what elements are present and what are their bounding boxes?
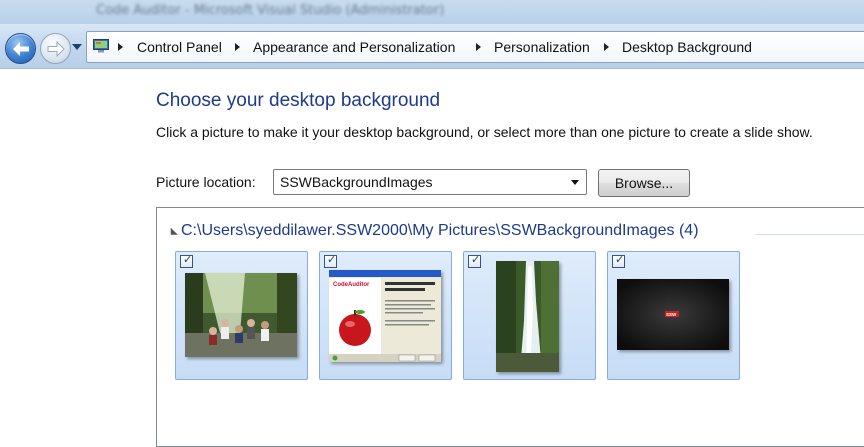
picture-location-label: Picture location: [156,174,256,190]
collapse-group-icon[interactable] [167,227,178,239]
breadcrumb-personalization[interactable]: Personalization [494,32,590,62]
forest-group-thumbnail [185,273,297,357]
chevron-down-icon [571,180,579,185]
breadcrumb-control-panel[interactable]: Control Panel [137,32,222,62]
breadcrumb-separator-icon[interactable] [118,43,123,51]
browse-button[interactable]: Browse... [598,169,690,197]
picture-checkbox[interactable]: ✓ [612,253,625,268]
picture-list[interactable]: C:\Users\syeddilawer.SSW2000\My Pictures… [156,207,864,447]
breadcrumb-separator-icon[interactable] [604,43,609,51]
picture-location-select[interactable]: SSWBackgroundImages [273,169,587,195]
group-divider [755,234,864,235]
back-arrow-icon [12,41,29,56]
checkmark-icon: ✓ [471,253,481,266]
navigation-bar: Control Panel Appearance and Personaliza… [0,24,864,69]
breadcrumb-desktop-background[interactable]: Desktop Background [622,32,752,62]
back-button[interactable] [5,33,36,64]
control-panel-icon [93,39,109,53]
ssw-logo: SSW [666,312,677,317]
picture-tile-code-auditor[interactable]: ✓ CodeAuditor [319,251,452,380]
folder-group-header[interactable]: C:\Users\syeddilawer.SSW2000\My Pictures… [181,222,699,240]
picture-tile-ssw-dark[interactable]: ✓ SSW [607,251,740,380]
waterfall-thumbnail [496,261,559,372]
picture-checkbox[interactable]: ✓ [468,253,481,268]
picture-checkbox[interactable]: ✓ [180,253,193,268]
code-auditor-thumbnail: CodeAuditor [329,270,441,362]
picture-location-value: SSWBackgroundImages [280,174,433,190]
ssw-dark-thumbnail: SSW [617,279,729,350]
page-description: Click a picture to make it your desktop … [156,124,813,140]
breadcrumb-separator-icon[interactable] [476,43,481,51]
checkmark-icon: ✓ [327,253,337,266]
checkmark-icon: ✓ [615,253,625,266]
address-bar[interactable]: Control Panel Appearance and Personaliza… [86,31,864,63]
window-title-bar: Code Auditor - Microsoft Visual Studio (… [0,0,864,26]
window-title: Code Auditor - Microsoft Visual Studio (… [96,3,445,18]
recent-pages-dropdown[interactable] [72,44,82,50]
forward-arrow-icon [47,40,65,57]
picture-checkbox[interactable]: ✓ [324,253,337,268]
breadcrumb-appearance[interactable]: Appearance and Personalization [253,32,455,62]
forward-button[interactable] [40,33,71,64]
breadcrumb-separator-icon[interactable] [235,43,240,51]
page-title: Choose your desktop background [156,90,441,111]
picture-tile-forest-group[interactable]: ✓ [175,251,308,380]
picture-tile-waterfall[interactable]: ✓ [463,251,596,380]
code-auditor-logo: CodeAuditor [333,282,370,288]
checkmark-icon: ✓ [183,253,193,266]
